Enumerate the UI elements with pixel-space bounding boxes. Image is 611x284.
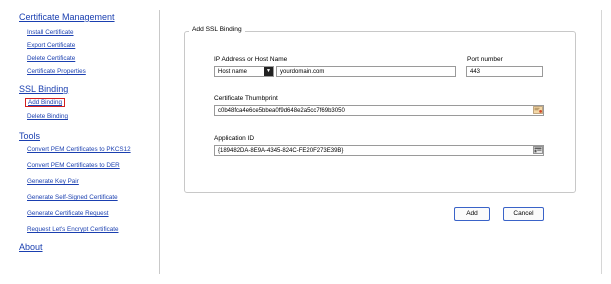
sidebar-item-generate-self-signed[interactable]: Generate Self-Signed Certificate — [27, 194, 118, 201]
add-button[interactable]: Add — [454, 207, 490, 221]
sidebar-item-install-certificate[interactable]: Install Certificate — [27, 29, 74, 36]
sidebar-item-generate-key-pair[interactable]: Generate Key Pair — [27, 178, 79, 185]
certificate-thumbprint-input[interactable]: c0b48fca4e6ce5bbea0f9d648e2a5cc7f69b3050 — [214, 105, 544, 116]
sidebar-item-export-certificate[interactable]: Export Certificate — [27, 42, 75, 49]
port-number-input[interactable]: 443 — [466, 66, 543, 77]
sidebar-divider — [159, 10, 160, 274]
host-type-value: Host name — [218, 69, 248, 75]
section-tools[interactable]: Tools — [19, 131, 40, 141]
ip-address-label: IP Address or Host Name — [214, 56, 288, 63]
section-about[interactable]: About — [19, 242, 43, 252]
section-certificate-management[interactable]: Certificate Management — [19, 12, 115, 22]
sidebar-item-generate-request[interactable]: Generate Certificate Request — [27, 210, 109, 217]
section-ssl-binding[interactable]: SSL Binding — [19, 84, 68, 94]
sidebar: Certificate Management Install Certifica… — [0, 0, 160, 284]
sidebar-item-delete-certificate[interactable]: Delete Certificate — [27, 55, 75, 62]
right-divider — [601, 10, 602, 274]
application-id-input[interactable]: {189482DA-8E9A-4345-824C-FE20F273E39B} — [214, 145, 544, 156]
host-type-select[interactable]: Host name ▼ — [214, 66, 274, 77]
certificate-thumbprint-label: Certificate Thumbprint — [214, 95, 278, 102]
port-number-label: Port number — [467, 56, 503, 63]
chevron-down-icon: ▼ — [264, 67, 273, 76]
sidebar-item-request-lets-encrypt[interactable]: Request Let's Encrypt Certificate — [27, 226, 119, 233]
cancel-button[interactable]: Cancel — [503, 207, 544, 221]
application-id-label: Application ID — [214, 135, 255, 142]
sidebar-item-convert-pkcs12[interactable]: Convert PEM Certificates to PKCS12 — [27, 146, 131, 153]
generate-id-icon[interactable] — [533, 146, 543, 154]
certificate-picker-icon[interactable] — [533, 106, 543, 114]
host-name-input[interactable]: yourdomain.com — [276, 66, 456, 77]
sidebar-item-add-binding[interactable]: Add Binding — [25, 98, 65, 107]
groupbox-legend: Add SSL Binding — [189, 26, 245, 33]
sidebar-item-delete-binding[interactable]: Delete Binding — [27, 113, 68, 120]
sidebar-item-certificate-properties[interactable]: Certificate Properties — [27, 68, 86, 75]
sidebar-item-convert-der[interactable]: Convert PEM Certificates to DER — [27, 162, 120, 169]
